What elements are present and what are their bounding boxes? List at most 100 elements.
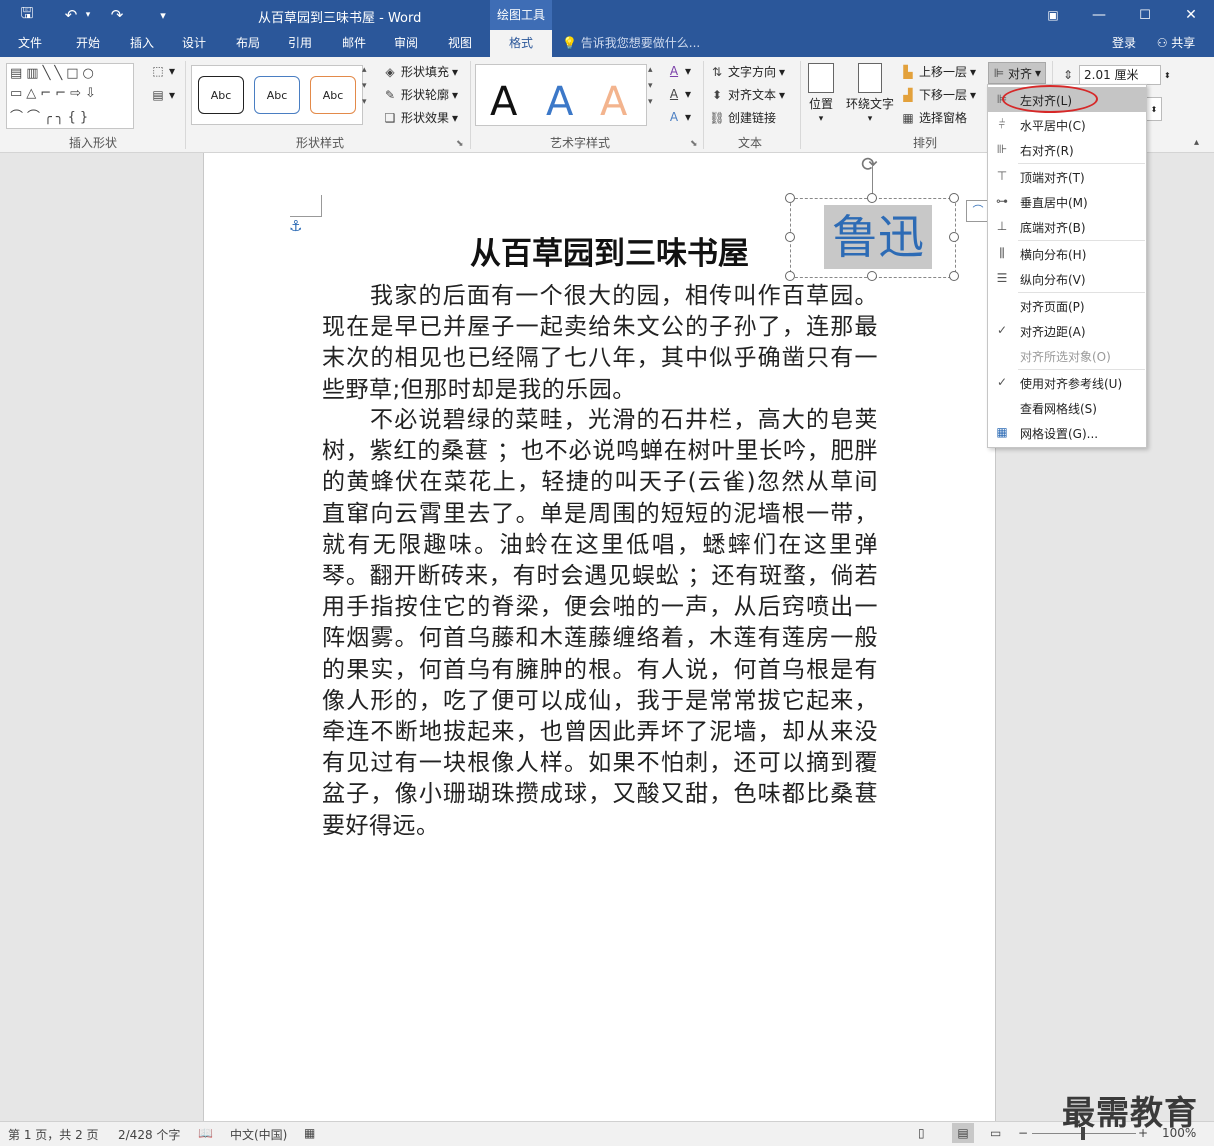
resize-handle-top-right[interactable] — [949, 193, 959, 203]
proofing-icon[interactable]: 📖 — [198, 1126, 213, 1140]
text-direction-button[interactable]: ⇅ 文字方向 ▾ — [709, 63, 785, 80]
login-link[interactable]: 登录 — [1104, 30, 1144, 57]
document-title[interactable]: 从百草园到三味书屋 — [470, 228, 749, 273]
rotate-handle-icon[interactable]: ⟳ — [861, 152, 878, 176]
customize-qat-icon[interactable]: ▾ — [152, 4, 174, 26]
wordart-style-orange[interactable]: A — [600, 79, 627, 125]
tab-design[interactable]: 设计 — [172, 30, 216, 57]
tab-home[interactable]: 开始 — [66, 30, 110, 57]
minimize-button[interactable]: — — [1076, 0, 1122, 30]
menu-item-distribute-horizontal[interactable]: ⫼ 横向分布(H) — [988, 241, 1146, 266]
dropdown-arrow-icon: ▾ — [452, 87, 459, 102]
edit-shape-button[interactable]: ⬚ ▾ — [150, 63, 175, 79]
paragraph-2[interactable]: 不必说碧绿的菜畦，光滑的石井栏，高大的皂荚树，紫红的桑葚 ；也不必说鸣蝉在树叶里… — [322, 405, 878, 842]
menu-item-use-alignment-guides[interactable]: ✓ 使用对齐参考线(U) — [988, 370, 1146, 395]
wrap-text-icon — [858, 63, 882, 93]
macro-record-icon[interactable]: ▦ — [304, 1126, 315, 1140]
wordart-scroll[interactable]: ▴ ▾ ▾ — [648, 65, 653, 107]
tab-review[interactable]: 审阅 — [384, 30, 428, 57]
textbox-content[interactable]: 鲁迅 — [824, 205, 932, 269]
align-button[interactable]: ⊫ 对齐 ▾ — [988, 62, 1047, 84]
shape-effects-button[interactable]: ❑ 形状效果 ▾ — [382, 109, 458, 126]
print-layout-icon[interactable]: ▤ — [952, 1123, 974, 1143]
shape-styles-launcher-icon[interactable]: ⬊ — [456, 139, 464, 149]
text-effects-button[interactable]: A ▾ — [666, 109, 691, 125]
menu-item-align-middle[interactable]: ⊶ 垂直居中(M) — [988, 189, 1146, 214]
position-button[interactable]: 位置 ▾ — [808, 63, 834, 124]
collapse-ribbon-icon[interactable]: ▴ — [1194, 137, 1199, 148]
menu-item-align-right[interactable]: ⊪ 右对齐(R) — [988, 137, 1146, 162]
tab-view[interactable]: 视图 — [438, 30, 482, 57]
word-count[interactable]: 2/428 个字 — [118, 1126, 180, 1143]
ribbon-display-options-icon[interactable]: ▣ — [1030, 0, 1076, 30]
tab-format[interactable]: 格式 — [490, 30, 552, 57]
tab-file[interactable]: 文件 — [8, 30, 52, 57]
align-text-icon: ⬍ — [711, 87, 723, 102]
page-count[interactable]: 第 1 页，共 2 页 — [8, 1126, 99, 1143]
tab-layout[interactable]: 布局 — [226, 30, 270, 57]
resize-handle-bottom-left[interactable] — [785, 271, 795, 281]
wordart-gallery[interactable]: A A A — [475, 64, 647, 126]
person-icon: ⚇ — [1156, 36, 1168, 50]
text-fill-button[interactable]: A ▾ — [666, 63, 691, 79]
shape-effects-label: 形状效果 — [401, 111, 450, 125]
height-field[interactable]: ⇕ 2.01 厘米 ⬍ — [1060, 65, 1171, 85]
width-spinner[interactable]: ⬍ — [1146, 97, 1162, 121]
wrap-text-button[interactable]: 环绕文字 ▾ — [846, 63, 894, 124]
align-text-button[interactable]: ⬍ 对齐文本 ▾ — [709, 86, 785, 103]
shape-style-2[interactable]: Abc — [254, 76, 300, 114]
resize-handle-left[interactable] — [785, 232, 795, 242]
shape-styles-scroll[interactable]: ▴ ▾ ▾ — [362, 65, 367, 107]
save-icon[interactable]: 🖫 — [16, 4, 38, 26]
shape-style-1[interactable]: Abc — [198, 76, 244, 114]
undo-dropdown-icon[interactable]: ▾ — [82, 4, 94, 26]
maximize-button[interactable]: ☐ — [1122, 0, 1168, 30]
tell-me-text: 告诉我您想要做什么... — [580, 36, 701, 50]
web-layout-icon[interactable]: ▭ — [990, 1126, 1001, 1140]
resize-handle-bottom-right[interactable] — [949, 271, 959, 281]
redo-icon[interactable]: ↷ — [106, 4, 128, 26]
menu-item-grid-settings[interactable]: ▦ 网格设置(G)... — [988, 420, 1146, 445]
height-value: 2.01 厘米 — [1079, 65, 1161, 85]
wordart-launcher-icon[interactable]: ⬊ — [690, 139, 698, 149]
zoom-out-icon[interactable]: − — [1018, 1126, 1028, 1140]
text-outline-button[interactable]: A ▾ — [666, 86, 691, 102]
menu-item-align-top[interactable]: ⊤ 顶端对齐(T) — [988, 164, 1146, 189]
shape-styles-gallery[interactable]: Abc Abc Abc — [191, 65, 363, 125]
tab-references[interactable]: 引用 — [278, 30, 322, 57]
selection-pane-button[interactable]: ▦ 选择窗格 — [900, 109, 967, 126]
wrap-text-label: 环绕文字 — [846, 97, 895, 111]
read-mode-icon[interactable]: ▯ — [918, 1126, 925, 1140]
menu-item-align-to-page[interactable]: 对齐页面(P) — [988, 293, 1146, 318]
menu-item-align-center[interactable]: ⫩ 水平居中(C) — [988, 112, 1146, 137]
paragraph-1[interactable]: 我家的后面有一个很大的园，相传叫作百草园。现在是早已并屋子一起卖给朱文公的子孙了… — [322, 281, 878, 406]
resize-handle-right[interactable] — [949, 232, 959, 242]
menu-item-view-gridlines[interactable]: 查看网格线(S) — [988, 395, 1146, 420]
menu-item-distribute-vertical[interactable]: ☰ 纵向分布(V) — [988, 266, 1146, 291]
menu-item-align-bottom[interactable]: ⊥ 底端对齐(B) — [988, 214, 1146, 239]
shape-fill-button[interactable]: ◈ 形状填充 ▾ — [382, 63, 458, 80]
tab-mailings[interactable]: 邮件 — [332, 30, 376, 57]
close-button[interactable]: ✕ — [1168, 0, 1214, 30]
create-link-button[interactable]: ⛓ 创建链接 — [709, 109, 776, 126]
share-button[interactable]: ⚇ 共享 — [1148, 30, 1204, 57]
lightbulb-icon: 💡 — [562, 36, 577, 50]
resize-handle-bottom[interactable] — [867, 271, 877, 281]
shapes-gallery[interactable]: ▤▥╲╲□○ ▭△⌐⌐⇨⇩ ⌒⌒╭╮{} — [6, 63, 134, 129]
menu-item-align-to-margin[interactable]: ✓ 对齐边距(A) — [988, 318, 1146, 343]
tab-insert[interactable]: 插入 — [120, 30, 164, 57]
undo-icon[interactable]: ↶ — [60, 4, 82, 26]
align-center-icon: ⫩ — [998, 117, 1006, 131]
wordart-style-blue[interactable]: A — [546, 79, 573, 125]
resize-handle-top[interactable] — [867, 193, 877, 203]
draw-textbox-button[interactable]: ▤ ▾ — [150, 87, 175, 103]
resize-handle-top-left[interactable] — [785, 193, 795, 203]
shape-style-3[interactable]: Abc — [310, 76, 356, 114]
grid-icon: ▦ — [996, 425, 1008, 439]
bring-forward-button[interactable]: ▙ 上移一层 ▾ — [900, 63, 976, 80]
tell-me-box[interactable]: 💡 告诉我您想要做什么... — [562, 30, 712, 57]
wordart-style-black[interactable]: A — [490, 79, 517, 125]
send-backward-button[interactable]: ▟ 下移一层 ▾ — [900, 86, 976, 103]
shape-outline-button[interactable]: ✎ 形状轮廓 ▾ — [382, 86, 458, 103]
language[interactable]: 中文(中国) — [230, 1126, 287, 1143]
